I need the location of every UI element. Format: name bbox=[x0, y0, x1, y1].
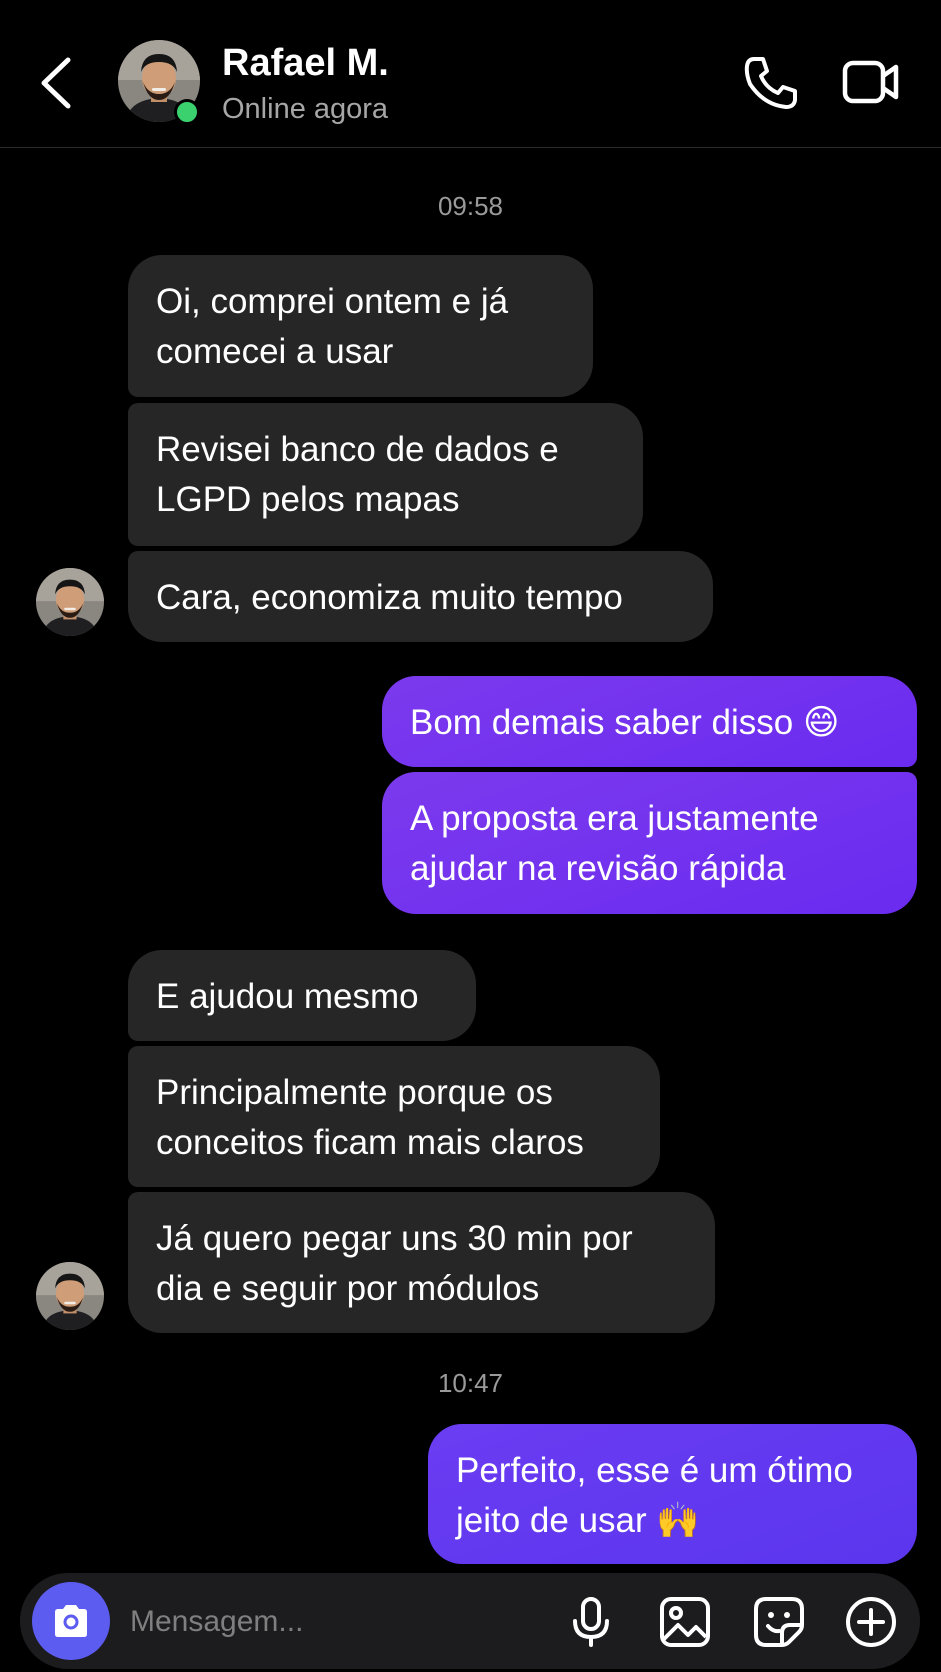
message-line: LGPD pelos mapas bbox=[156, 480, 460, 519]
plus-icon[interactable] bbox=[844, 1595, 898, 1649]
message-composer bbox=[20, 1573, 920, 1669]
phone-icon[interactable] bbox=[740, 52, 802, 114]
message-line: dia e seguir por módulos bbox=[156, 1269, 540, 1308]
message-line: Já quero pegar uns 30 min por bbox=[156, 1219, 633, 1258]
incoming-message[interactable]: Já quero pegar uns 30 min por dia e segu… bbox=[128, 1192, 715, 1333]
incoming-message[interactable]: E ajudou mesmo bbox=[128, 950, 476, 1041]
video-camera-icon[interactable] bbox=[840, 55, 902, 111]
message-input[interactable] bbox=[128, 1597, 552, 1647]
sender-avatar[interactable] bbox=[36, 1262, 104, 1330]
message-line: jeito de usar 🙌 bbox=[456, 1501, 700, 1540]
message-line: Oi, comprei ontem e já bbox=[156, 282, 509, 321]
outgoing-message[interactable]: Bom demais saber disso 😄 bbox=[382, 676, 917, 767]
incoming-message[interactable]: Principalmente porque os conceitos ficam… bbox=[128, 1046, 660, 1187]
message-line: ajudar na revisão rápida bbox=[410, 849, 786, 888]
camera-button[interactable] bbox=[32, 1582, 110, 1660]
outgoing-message[interactable]: Perfeito, esse é um ótimo jeito de usar … bbox=[428, 1424, 917, 1564]
message-line: Bom demais saber disso 😄 bbox=[410, 703, 840, 742]
sticker-icon[interactable] bbox=[752, 1595, 806, 1649]
message-line: E ajudou mesmo bbox=[156, 977, 419, 1016]
message-line: Principalmente porque os bbox=[156, 1073, 553, 1112]
contact-name[interactable]: Rafael M. bbox=[222, 42, 389, 85]
message-line: Perfeito, esse é um ótimo bbox=[456, 1451, 853, 1490]
sender-avatar[interactable] bbox=[36, 568, 104, 636]
message-line: Cara, economiza muito tempo bbox=[156, 578, 623, 617]
message-line: comecei a usar bbox=[156, 332, 394, 371]
incoming-message[interactable]: Oi, comprei ontem e já comecei a usar bbox=[128, 255, 593, 397]
timestamp: 09:58 bbox=[437, 191, 504, 221]
online-indicator bbox=[174, 99, 200, 125]
incoming-message[interactable]: Revisei banco de dados e LGPD pelos mapa… bbox=[128, 403, 643, 546]
message-line: conceitos ficam mais claros bbox=[156, 1123, 584, 1162]
microphone-icon[interactable] bbox=[564, 1595, 618, 1649]
back-chevron-icon[interactable] bbox=[34, 48, 84, 118]
outgoing-message[interactable]: A proposta era justamente ajudar na revi… bbox=[382, 772, 917, 914]
incoming-message[interactable]: Cara, economiza muito tempo bbox=[128, 551, 713, 642]
gallery-icon[interactable] bbox=[658, 1595, 712, 1649]
timestamp: 10:47 bbox=[437, 1368, 504, 1398]
camera-icon bbox=[55, 1605, 87, 1637]
message-line: A proposta era justamente bbox=[410, 799, 819, 838]
message-line: Revisei banco de dados e bbox=[156, 430, 559, 469]
chat-header: Rafael M. Online agora bbox=[0, 0, 941, 148]
contact-status: Online agora bbox=[222, 93, 389, 125]
